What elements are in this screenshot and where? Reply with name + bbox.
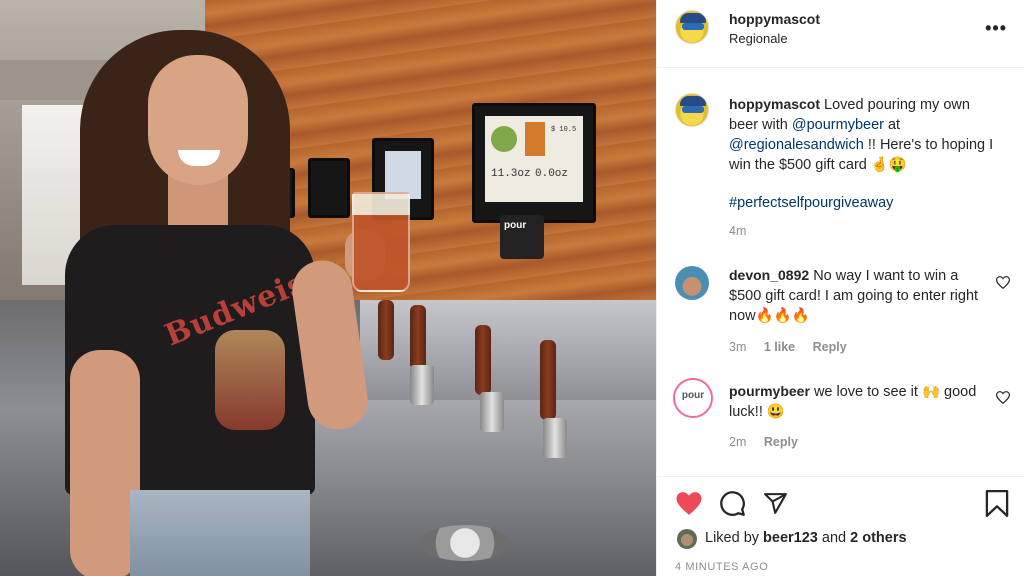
screen-beer-can <box>525 122 545 156</box>
comment-username[interactable]: devon_0892 <box>729 267 809 283</box>
tap-spout-4 <box>543 418 567 458</box>
post-photo[interactable]: 11.3oz 0.0oz $ 10.5 pour Budweiser <box>0 0 656 576</box>
header-author-username[interactable]: hoppymascot <box>729 11 820 29</box>
tap-screen-mid <box>308 158 350 218</box>
mascot-glasses <box>682 106 704 113</box>
caption-hashtag[interactable]: #perfectselfpourgiveaway <box>729 193 999 213</box>
comment-time[interactable]: 3m <box>729 340 746 354</box>
more-options-icon[interactable]: ••• <box>985 18 1007 39</box>
header-location[interactable]: Regionale <box>729 31 788 46</box>
bookmark-icon[interactable] <box>985 490 1009 517</box>
tap-handle-1 <box>378 300 394 360</box>
mascot-cap <box>680 13 706 23</box>
comment-devon-meta: 3m 1 like Reply <box>729 340 847 354</box>
beer-glass <box>352 192 410 292</box>
comment-pourmybeer: pourmybeer we love to see it 🙌 good luck… <box>729 381 989 422</box>
pour-logo: pour <box>681 390 705 401</box>
tap-spout-2 <box>410 365 434 405</box>
tap-handle-3 <box>475 325 491 395</box>
comment-pourmybeer-meta: 2m Reply <box>729 435 798 449</box>
liker-username[interactable]: beer123 <box>763 530 818 546</box>
post-actions: Liked by beer123 and 2 others 4 MINUTES … <box>657 476 1024 576</box>
caption-text-2: at <box>883 117 901 133</box>
screen-volume-left: 11.3oz <box>491 168 531 180</box>
pour-card-reader: pour <box>500 215 544 259</box>
comment-like-count[interactable]: 1 like <box>764 340 795 354</box>
tap-handle-2 <box>410 305 426 370</box>
instagram-post: 11.3oz 0.0oz $ 10.5 pour Budweiser hoppy… <box>0 0 1024 576</box>
likes-prefix: Liked by <box>705 530 764 546</box>
post-timestamp[interactable]: 4 MINUTES AGO <box>675 561 768 573</box>
post-side-panel: hoppymascot Regionale ••• hoppymascot Lo… <box>656 0 1024 576</box>
reply-button[interactable]: Reply <box>764 435 798 449</box>
comment-devon: devon_0892 No way I want to win a $500 g… <box>729 265 989 326</box>
comment-username[interactable]: pourmybeer <box>729 383 810 399</box>
pour-brand-label: pour <box>504 220 527 231</box>
share-icon[interactable] <box>762 491 789 516</box>
heart-outline-icon[interactable] <box>996 276 1010 289</box>
reply-button[interactable]: Reply <box>813 340 847 354</box>
post-caption: hoppymascot Loved pouring my own beer wi… <box>729 94 999 213</box>
caption-username[interactable]: hoppymascot <box>729 96 820 112</box>
screen-volume-right: 0.0oz <box>535 168 569 180</box>
caption-avatar[interactable] <box>675 93 709 127</box>
person-jeans <box>130 490 310 576</box>
likes-middle: and <box>817 530 851 546</box>
heart-filled-icon[interactable] <box>675 491 703 516</box>
caption-mention-regionale[interactable]: @regionalesandwich <box>729 137 864 153</box>
tap-handle-4 <box>540 340 556 420</box>
likes-others-link[interactable]: 2 others <box>850 530 906 546</box>
likes-summary: Liked by beer123 and 2 others <box>705 530 907 546</box>
commenter-avatar-pourmybeer[interactable]: pour <box>673 378 713 418</box>
comment-icon[interactable] <box>719 490 746 517</box>
liker-avatar[interactable] <box>677 529 697 549</box>
caption-time[interactable]: 4m <box>729 224 746 238</box>
commenter-avatar-devon[interactable] <box>675 266 709 300</box>
shirt-print-graphic <box>215 330 285 430</box>
mascot-cap <box>680 96 706 106</box>
tap-rail <box>360 300 656 400</box>
caption-mention-pourmybeer[interactable]: @pourmybeer <box>792 117 884 133</box>
screen-price: $ 10.5 <box>551 126 577 134</box>
comment-time[interactable]: 2m <box>729 435 746 449</box>
tap-screen-main: 11.3oz 0.0oz $ 10.5 <box>472 103 596 223</box>
tap-spout-3 <box>480 392 504 432</box>
drip-tray <box>420 525 510 561</box>
mascot-glasses <box>682 23 704 30</box>
post-header: hoppymascot Regionale ••• <box>657 0 1024 68</box>
screen-beer-logo <box>491 126 517 152</box>
author-avatar[interactable] <box>675 10 709 44</box>
heart-outline-icon[interactable] <box>996 391 1010 404</box>
